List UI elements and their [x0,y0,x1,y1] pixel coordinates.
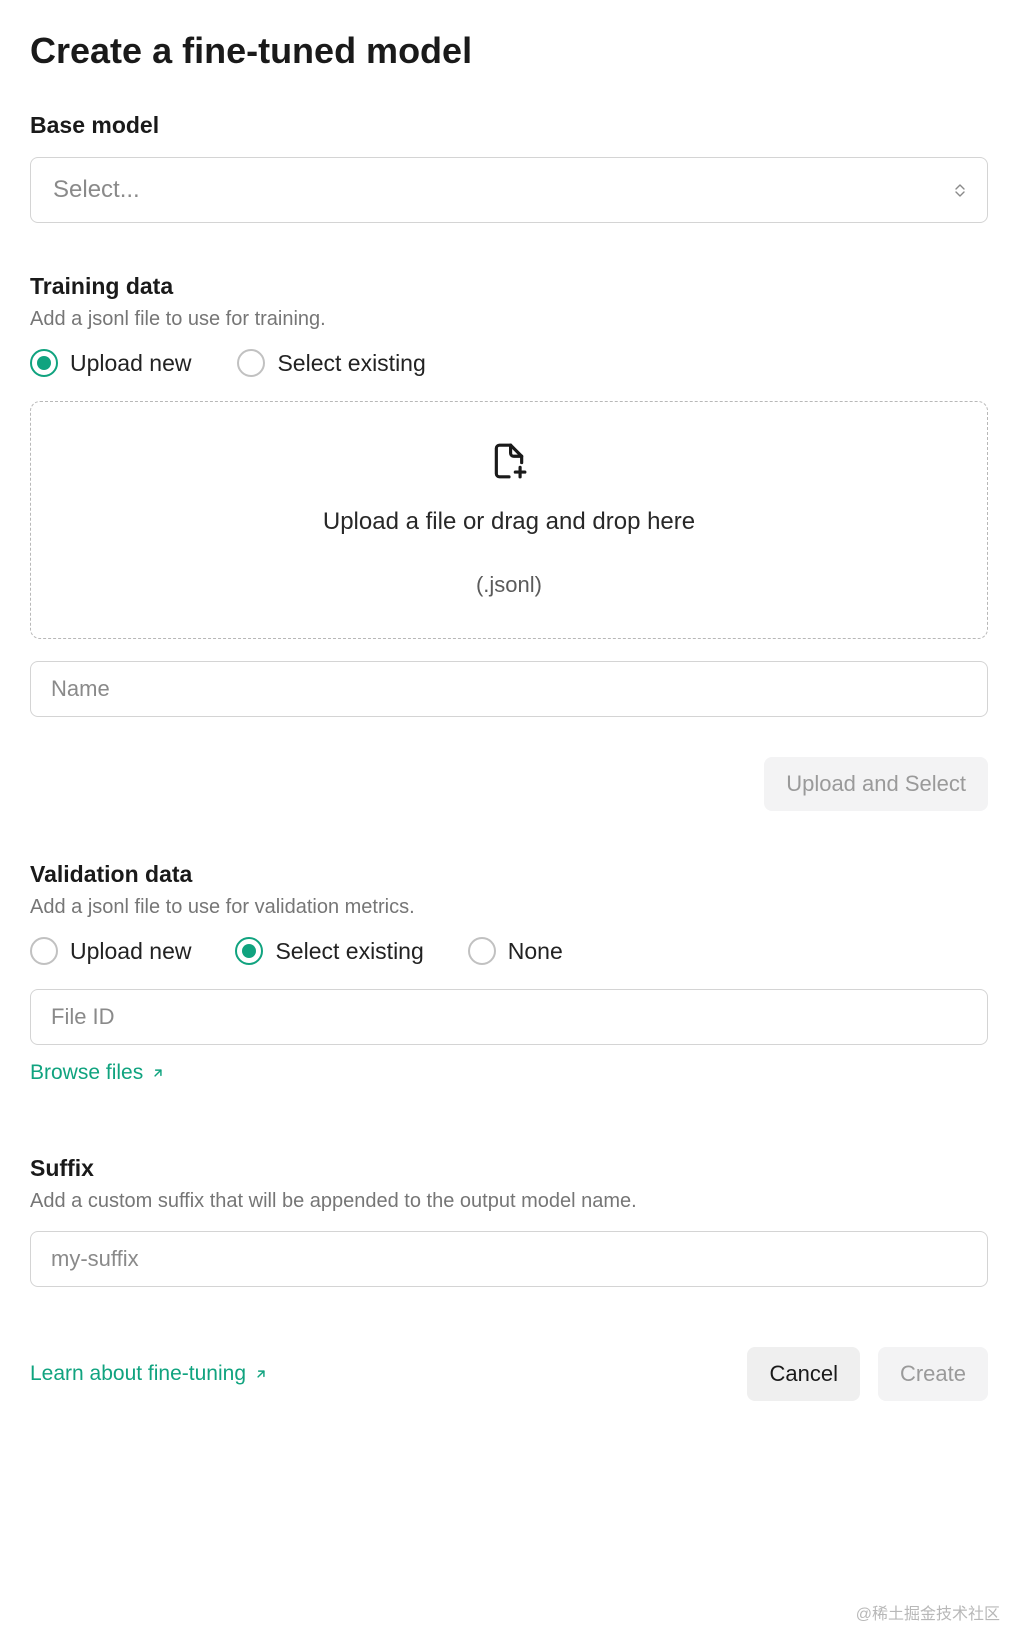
upload-and-select-button[interactable]: Upload and Select [764,757,988,811]
cancel-button[interactable]: Cancel [747,1347,859,1401]
footer: Learn about fine-tuning Cancel Create [30,1347,988,1401]
create-button[interactable]: Create [878,1347,988,1401]
validation-select-existing-radio[interactable]: Select existing [235,937,423,965]
radio-checked-icon [30,349,58,377]
training-name-input[interactable] [30,661,988,717]
learn-link-label: Learn about fine-tuning [30,1362,246,1386]
suffix-label: Suffix [30,1155,988,1182]
validation-data-radios: Upload new Select existing None [30,937,988,965]
training-data-section: Training data Add a jsonl file to use fo… [30,273,988,811]
radio-label: Select existing [275,938,423,965]
validation-data-label: Validation data [30,861,988,888]
radio-label: Upload new [70,350,191,377]
radio-unchecked-icon [237,349,265,377]
dropzone-ext: (.jsonl) [51,572,967,598]
chevron-updown-icon [955,184,965,197]
learn-fine-tuning-link[interactable]: Learn about fine-tuning [30,1362,268,1386]
radio-unchecked-icon [30,937,58,965]
training-upload-new-radio[interactable]: Upload new [30,349,191,377]
radio-unchecked-icon [468,937,496,965]
validation-upload-new-radio[interactable]: Upload new [30,937,191,965]
dropzone-title: Upload a file or drag and drop here [51,508,967,536]
training-select-existing-radio[interactable]: Select existing [237,349,425,377]
base-model-placeholder: Select... [53,176,140,204]
validation-data-section: Validation data Add a jsonl file to use … [30,861,988,1085]
external-link-icon [151,1066,165,1080]
radio-checked-icon [235,937,263,965]
training-dropzone[interactable]: Upload a file or drag and drop here (.js… [30,401,988,639]
page-title: Create a fine-tuned model [30,30,988,72]
browse-files-link[interactable]: Browse files [30,1061,165,1085]
attribution: @稀土掘金技术社区 [856,1600,1000,1624]
validation-fileid-input[interactable] [30,989,988,1045]
file-add-icon [51,442,967,480]
radio-label: None [508,938,563,965]
training-data-desc: Add a jsonl file to use for training. [30,308,988,331]
suffix-input[interactable] [30,1231,988,1287]
training-data-radios: Upload new Select existing [30,349,988,377]
training-data-label: Training data [30,273,988,300]
suffix-desc: Add a custom suffix that will be appende… [30,1190,988,1213]
footer-buttons: Cancel Create [747,1347,988,1401]
radio-label: Select existing [277,350,425,377]
external-link-icon [254,1367,268,1381]
suffix-section: Suffix Add a custom suffix that will be … [30,1155,988,1287]
validation-none-radio[interactable]: None [468,937,563,965]
base-model-section: Base model Select... [30,112,988,223]
base-model-select[interactable]: Select... [30,157,988,223]
validation-data-desc: Add a jsonl file to use for validation m… [30,896,988,919]
base-model-label: Base model [30,112,988,139]
browse-files-label: Browse files [30,1061,143,1085]
radio-label: Upload new [70,938,191,965]
